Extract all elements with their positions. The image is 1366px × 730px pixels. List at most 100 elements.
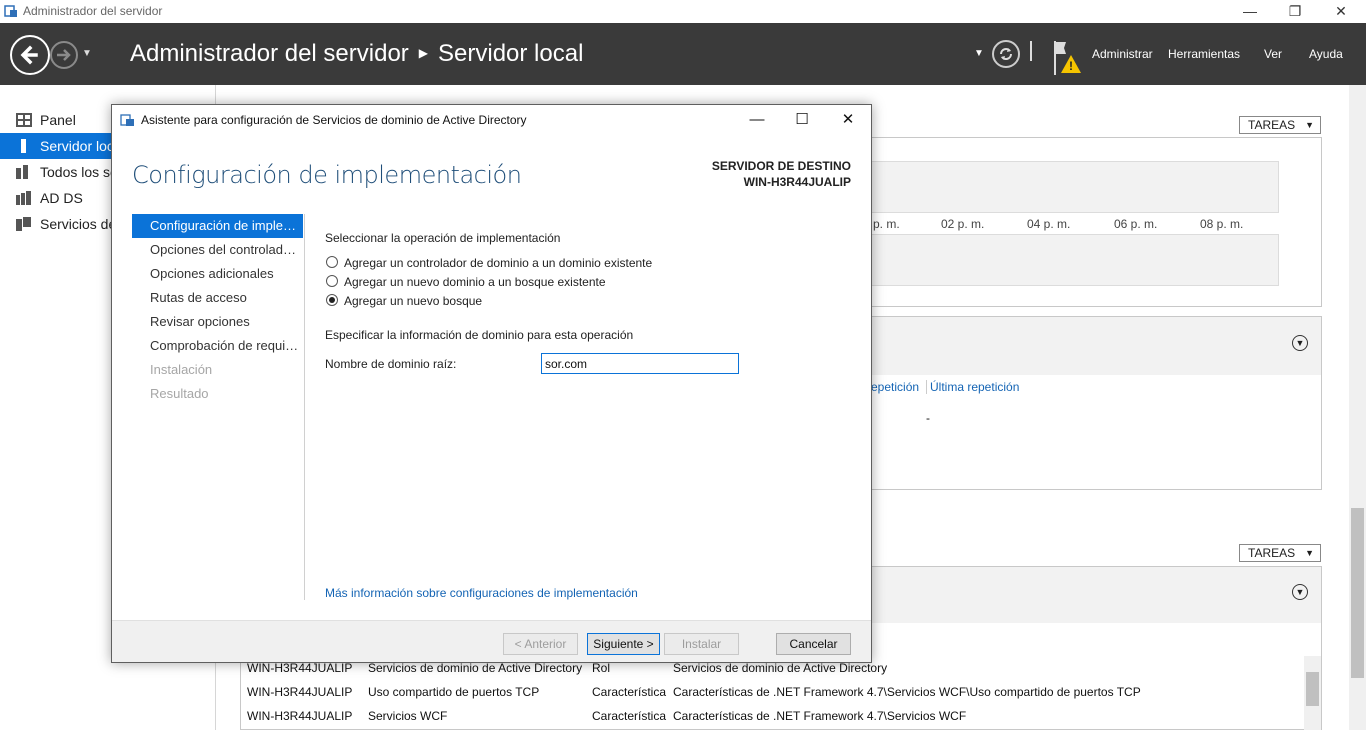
dialog-titlebar[interactable]: Asistente para configuración de Servicio… (112, 105, 871, 135)
more-info-link[interactable]: Más información sobre configuraciones de… (325, 586, 638, 600)
window-title: Administrador del servidor (23, 4, 163, 18)
ad-ds-wizard-dialog: Asistente para configuración de Servicio… (111, 104, 872, 663)
domain-info-label: Especificar la información de dominio pa… (325, 328, 634, 342)
notifications-flag-icon[interactable]: ! (1052, 39, 1086, 77)
svg-text:!: ! (1069, 59, 1073, 73)
radio-label[interactable]: Agregar un controlador de dominio a un d… (344, 256, 652, 270)
time-tick: 08 p. m. (1200, 217, 1244, 231)
header-divider (1030, 41, 1032, 61)
server-icon (21, 139, 26, 153)
root-domain-input[interactable] (541, 353, 739, 374)
performance-chart-area-top (870, 161, 1279, 213)
menu-ayuda[interactable]: Ayuda (1309, 47, 1343, 61)
radio-label[interactable]: Agregar un nuevo bosque (344, 294, 482, 308)
operation-label: Seleccionar la operación de implementaci… (325, 231, 561, 245)
forward-arrow-icon (57, 49, 71, 61)
close-button[interactable]: ✕ (1318, 1, 1364, 21)
refresh-icon (1000, 48, 1012, 60)
step-review-options[interactable]: Revisar opciones (132, 310, 303, 334)
step-results: Resultado (150, 386, 209, 401)
page-scroll-thumb[interactable] (1351, 508, 1364, 678)
radio-add-domain-existing-forest[interactable] (326, 275, 338, 287)
cell-server: WIN-H3R44JUALIP (247, 685, 353, 699)
cancel-button[interactable]: Cancelar (776, 633, 851, 655)
step-installation: Instalación (150, 362, 213, 377)
menu-administrar[interactable]: Administrar (1092, 47, 1153, 61)
tasks-dropdown-top[interactable]: TAREAS ▼ (1239, 116, 1321, 134)
cell-server: WIN-H3R44JUALIP (247, 661, 353, 675)
forward-button[interactable] (50, 41, 78, 69)
events-panel-header (870, 317, 1321, 375)
radio-add-new-forest[interactable] (326, 294, 338, 306)
header-dropdown-icon[interactable]: ▼ (974, 48, 984, 59)
server-manager-app-icon (4, 5, 17, 17)
minimize-button[interactable]: — (1227, 1, 1273, 21)
performance-chart-area-bottom (870, 234, 1279, 286)
step-additional-options[interactable]: Opciones adicionales (132, 262, 303, 286)
wizard-app-icon (120, 114, 134, 126)
app-header: ▼ Administrador del servidor ▶ Servidor lo… (0, 23, 1366, 85)
breadcrumb-root[interactable]: Administrador del servidor (130, 40, 409, 67)
tasks-label: TAREAS (1248, 546, 1296, 560)
ad-ds-icon (16, 191, 31, 205)
destination-server-label: SERVIDOR DE DESTINO (711, 159, 851, 173)
step-paths[interactable]: Rutas de acceso (132, 286, 303, 310)
next-button[interactable]: Siguiente > (587, 633, 660, 655)
root-domain-label: Nombre de dominio raíz: (325, 357, 457, 371)
time-tick: 06 p. m. (1114, 217, 1158, 231)
window-titlebar: Administrador del servidor — ❐ ✕ (0, 0, 1366, 23)
breadcrumb-separator-icon: ▶ (418, 46, 429, 60)
install-button[interactable]: Instalar (664, 633, 739, 655)
sidebar-item-label: AD DS (40, 190, 83, 206)
history-dropdown-icon[interactable]: ▼ (82, 48, 92, 59)
dialog-title: Asistente para configuración de Servicio… (141, 113, 527, 127)
dialog-heading: Configuración de implementación (132, 161, 522, 189)
dashboard-icon (16, 113, 32, 127)
column-header-repeat[interactable]: epetición (871, 380, 919, 394)
restore-button[interactable]: ❐ (1272, 1, 1318, 21)
expand-chevron-icon[interactable]: ▼ (1292, 335, 1308, 351)
menu-herramientas[interactable]: Herramientas (1168, 47, 1240, 61)
tasks-dropdown-bottom[interactable]: TAREAS ▼ (1239, 544, 1321, 562)
back-button[interactable] (10, 35, 50, 75)
dialog-minimize-button[interactable]: — (737, 108, 777, 132)
cell-name: Uso compartido de puertos TCP (368, 685, 540, 699)
servers-icon (16, 165, 28, 179)
cell-name: Servicios WCF (368, 709, 448, 723)
radio-add-dc-existing-domain[interactable] (326, 256, 338, 268)
time-tick: 02 p. m. (941, 217, 985, 231)
cell-dash: - (926, 411, 930, 425)
refresh-button[interactable] (992, 40, 1020, 68)
column-header-last-repeat[interactable]: Última repetición (926, 380, 1019, 394)
tasks-label: TAREAS (1248, 118, 1296, 132)
step-dc-options[interactable]: Opciones del controlador de dominio (132, 238, 303, 262)
previous-button[interactable]: < Anterior (503, 633, 578, 655)
chevron-down-icon: ▼ (1305, 548, 1314, 558)
cell-type: Característica (592, 709, 667, 723)
time-tick: p. m. (873, 217, 900, 231)
breadcrumb: Administrador del servidor ▶ Servidor loca… (130, 40, 583, 68)
radio-label[interactable]: Agregar un nuevo dominio a un bosque exi… (344, 275, 606, 289)
menu-ver[interactable]: Ver (1264, 47, 1282, 61)
roles-panel-header (870, 567, 1321, 623)
dialog-maximize-button[interactable]: ☐ (782, 108, 822, 132)
chevron-down-icon: ▼ (1305, 120, 1314, 130)
time-tick: 04 p. m. (1027, 217, 1071, 231)
breadcrumb-current: Servidor local (438, 40, 584, 67)
cell-path: Características de .NET Framework 4.7\Se… (673, 709, 967, 723)
cell-type: Rol (592, 661, 611, 675)
file-services-icon (16, 217, 31, 231)
cell-name: Servicios de dominio de Active Directory (368, 661, 583, 675)
dialog-footer: < Anterior Siguiente > Instalar Cancelar (112, 620, 871, 662)
cell-path: Servicios de dominio de Active Directory (673, 661, 888, 675)
table-scroll-thumb[interactable] (1306, 672, 1319, 706)
destination-server-name: WIN-H3R44JUALIP (743, 175, 851, 189)
dialog-close-button[interactable]: ✕ (828, 108, 868, 132)
step-prerequisites-check[interactable]: Comprobación de requisitos previos (132, 334, 303, 358)
expand-chevron-icon[interactable]: ▼ (1292, 584, 1308, 600)
steps-divider (304, 214, 305, 600)
back-arrow-icon (20, 45, 38, 65)
cell-server: WIN-H3R44JUALIP (247, 709, 353, 723)
step-deployment-config[interactable]: Configuración de implementación (132, 214, 303, 238)
cell-path: Características de .NET Framework 4.7\Se… (673, 685, 1141, 699)
